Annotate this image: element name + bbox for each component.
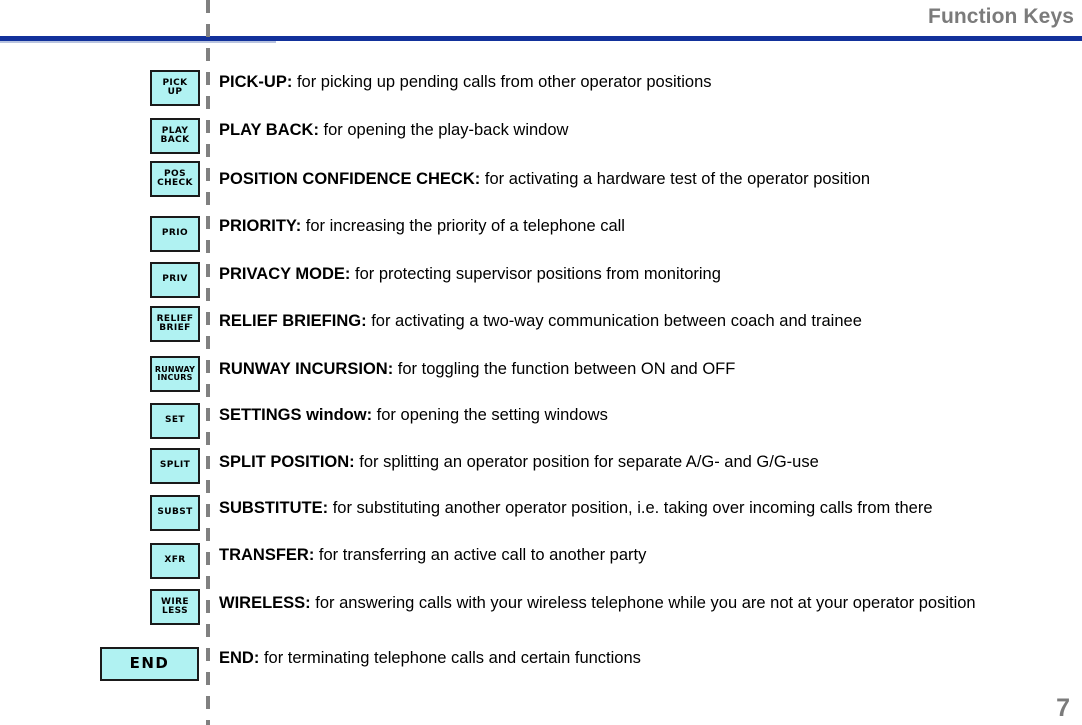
function-key-description: END: for terminating telephone calls and… bbox=[219, 648, 1049, 669]
function-key-description-text: for activating a two-way communication b… bbox=[371, 312, 862, 330]
function-key-description: PLAY BACK: for opening the play-back win… bbox=[219, 120, 1049, 141]
function-key-description-text: for toggling the function between ON and… bbox=[397, 360, 736, 378]
function-key-description: TRANSFER: for transferring an active cal… bbox=[219, 545, 1049, 566]
function-key-description: POSITION CONFIDENCE CHECK: for activatin… bbox=[219, 169, 1049, 190]
function-key-button[interactable]: WIRE LESS bbox=[150, 589, 200, 625]
function-key-term: RELIEF BRIEFING: bbox=[219, 312, 367, 330]
function-key-label: SUBST bbox=[157, 507, 193, 518]
function-key-description-text: for increasing the priority of a telepho… bbox=[305, 217, 625, 235]
function-key-description-text: for splitting an operator position for s… bbox=[359, 453, 819, 471]
function-key-description-text: for substituting another operator positi… bbox=[332, 499, 933, 517]
function-key-label: END bbox=[129, 654, 170, 673]
function-key-description-text: for opening the play-back window bbox=[323, 121, 569, 139]
function-key-label: SPLIT bbox=[159, 460, 191, 471]
function-key-description: SUBSTITUTE: for substituting another ope… bbox=[219, 498, 1049, 519]
function-key-description-text: for opening the setting windows bbox=[376, 406, 608, 424]
function-key-label: BACK bbox=[160, 135, 190, 145]
function-key-term: TRANSFER: bbox=[219, 546, 315, 564]
function-key-description-text: for protecting supervisor positions from… bbox=[355, 265, 721, 283]
function-key-button[interactable]: SPLIT bbox=[150, 448, 200, 484]
function-key-button[interactable]: RELIEF BRIEF bbox=[150, 306, 200, 342]
function-key-term: SPLIT POSITION: bbox=[219, 453, 355, 471]
function-key-button[interactable]: PRIO bbox=[150, 216, 200, 252]
function-key-description-text: for transferring an active call to anoth… bbox=[318, 546, 647, 564]
function-key-term: PLAY BACK: bbox=[219, 121, 319, 139]
function-key-term: PRIORITY: bbox=[219, 217, 302, 235]
function-key-term: SETTINGS window: bbox=[219, 406, 373, 424]
function-key-list: PICK UP PICK-UP: for picking up pending ca… bbox=[0, 0, 1082, 725]
function-key-button[interactable]: SET bbox=[150, 403, 200, 439]
function-key-button[interactable]: PICK UP bbox=[150, 70, 200, 106]
page-number: 7 bbox=[1056, 694, 1070, 722]
function-key-button[interactable]: XFR bbox=[150, 543, 200, 579]
function-key-label: UP bbox=[167, 87, 183, 97]
function-key-button[interactable]: END bbox=[100, 647, 199, 681]
function-key-description: PICK-UP: for picking up pending calls fr… bbox=[219, 72, 1049, 93]
function-key-description-text: for activating a hardware test of the op… bbox=[484, 170, 871, 188]
function-key-button[interactable]: PRIV bbox=[150, 262, 200, 298]
function-key-label: XFR bbox=[164, 555, 186, 566]
function-key-button[interactable]: POS CHECK bbox=[150, 161, 200, 197]
function-key-term: POSITION CONFIDENCE CHECK: bbox=[219, 170, 481, 188]
function-key-label: PRIV bbox=[162, 274, 188, 285]
function-key-label: INCURS bbox=[157, 373, 193, 382]
function-key-description-text: for terminating telephone calls and cert… bbox=[263, 649, 641, 667]
function-key-description: SPLIT POSITION: for splitting an operato… bbox=[219, 452, 1049, 473]
function-key-description: RELIEF BRIEFING: for activating a two-wa… bbox=[219, 311, 1049, 332]
function-key-term: END: bbox=[219, 649, 260, 667]
function-key-term: PRIVACY MODE: bbox=[219, 265, 351, 283]
function-key-description: PRIORITY: for increasing the priority of… bbox=[219, 216, 1049, 237]
function-key-term: RUNWAY INCURSION: bbox=[219, 360, 394, 378]
function-key-term: WIRELESS: bbox=[219, 594, 311, 612]
function-key-description: WIRELESS: for answering calls with your … bbox=[219, 593, 1049, 614]
function-key-term: PICK-UP: bbox=[219, 73, 293, 91]
function-key-description-text: for picking up pending calls from other … bbox=[296, 73, 712, 91]
function-key-description: SETTINGS window: for opening the setting… bbox=[219, 405, 1049, 426]
function-key-description: PRIVACY MODE: for protecting supervisor … bbox=[219, 264, 1049, 285]
function-key-button[interactable]: PLAY BACK bbox=[150, 118, 200, 154]
function-key-description-text: for answering calls with your wireless t… bbox=[315, 594, 976, 612]
function-key-label: LESS bbox=[161, 606, 189, 616]
function-key-label: BRIEF bbox=[159, 323, 191, 333]
function-key-button[interactable]: SUBST bbox=[150, 495, 200, 531]
function-key-button[interactable]: RUNWAY INCURS bbox=[150, 356, 200, 392]
function-key-label: CHECK bbox=[157, 178, 193, 188]
function-key-label: SET bbox=[165, 415, 185, 426]
function-key-label: PRIO bbox=[161, 228, 189, 239]
function-key-term: SUBSTITUTE: bbox=[219, 499, 329, 517]
function-key-description: RUNWAY INCURSION: for toggling the funct… bbox=[219, 359, 1049, 380]
